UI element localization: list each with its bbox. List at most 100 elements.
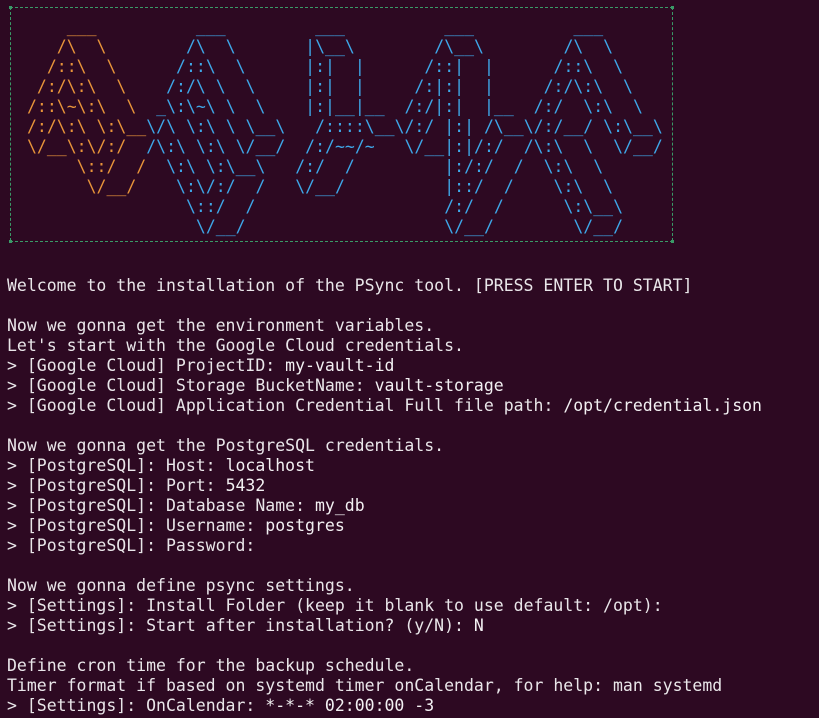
oncalendar-input-value[interactable]: *-*-* 02:00:00 -3: [265, 696, 434, 715]
cron-oncalendar-line[interactable]: > [Settings]: OnCalendar: *-*-* 02:00:00…: [7, 696, 819, 716]
pg-host-line: > [PostgreSQL]: Host: localhost: [7, 456, 819, 476]
banner-letter-segment: /::| |: [404, 57, 534, 76]
field-label: Install Folder (keep it blank to use def…: [136, 596, 673, 615]
banner-letter-segment: /:/\:\ \:\__: [27, 117, 147, 136]
field-value: N: [473, 616, 484, 635]
banner-letter-segment: \/__/: [404, 217, 534, 236]
banner-corner: [9, 6, 12, 9]
settings-intro: Now we gonna define psync settings.: [7, 576, 355, 595]
banner-letter-segment: \::/ /: [146, 197, 276, 216]
gcloud-project-id-line: > [Google Cloud] ProjectID: my-vault-id: [7, 356, 819, 376]
banner-letter-segment: /:/ |:| /\__\: [404, 117, 534, 136]
banner-letter-segment: [275, 217, 404, 236]
banner-letter-segment: |\__\: [275, 37, 405, 56]
gcloud-intro: Let's start with the Google Cloud creden…: [7, 336, 464, 355]
field-label: Username:: [156, 516, 266, 535]
prompt-symbol: >: [7, 456, 27, 475]
banner-letter-segment: /:|:| |: [404, 77, 534, 96]
section-tag: [PostgreSQL]:: [26, 516, 157, 535]
banner-letter-segment: \:\ \ \/__/: [533, 137, 663, 156]
prompt-symbol: >: [7, 496, 27, 515]
banner-letter-segment: /\ \: [533, 37, 614, 56]
banner-letter-segment: |:| |: [275, 77, 405, 96]
prompt-symbol: >: [7, 616, 27, 635]
prompt-symbol: >: [7, 396, 27, 415]
section-tag: [PostgreSQL]:: [26, 496, 157, 515]
banner-letter-segment: ___: [404, 17, 534, 36]
pg-intro: Now we gonna get the PostgreSQL credenti…: [7, 436, 445, 455]
banner-letter-segment: [27, 197, 146, 216]
field-value: /opt/credential.json: [563, 396, 762, 415]
prompt-symbol: >: [7, 596, 27, 615]
banner-letter-segment: /:/ /: [275, 157, 405, 176]
banner-corner: [671, 240, 674, 243]
prompt-symbol: >: [7, 696, 27, 715]
pg-database-line: > [PostgreSQL]: Database Name: my_db: [7, 496, 819, 516]
banner-corner: [9, 240, 12, 243]
pg-username-line: > [PostgreSQL]: Username: postgres: [7, 516, 819, 536]
banner-letter-segment: / /:/~~/~: [275, 137, 405, 156]
settings-install-folder-line: > [Settings]: Install Folder (keep it bl…: [7, 596, 819, 616]
section-tag: [Settings]:: [26, 696, 137, 715]
banner-frame-right: [672, 7, 673, 241]
banner-art-line: ___ ___ ___ ___ ___: [27, 17, 603, 37]
banner-art-line: \/__\:\/:/ /\:\ \:\ \/__/ /:/~~/~ \/__|:…: [27, 137, 663, 157]
banner-letter-segment: \:\ \:\__\: [146, 157, 276, 176]
banner-letter-segment: /:/|:| |__: [404, 97, 534, 116]
field-value: vault-storage: [374, 376, 504, 395]
welcome-message: Welcome to the installation of the PSync…: [7, 276, 693, 295]
section-tag: [PostgreSQL]:: [26, 456, 157, 475]
gcloud-bucket-line: > [Google Cloud] Storage BucketName: vau…: [7, 376, 819, 396]
banner-letter-segment: _\:\~\ \ \: [146, 97, 276, 116]
banner-art-line: /:/\:\ \ /:/\ \ \ |:| | /:|:| | /:/\:\ \: [27, 77, 633, 97]
banner-letter-segment: \/__/: [533, 217, 624, 236]
settings-start-after-install-line: > [Settings]: Start after installation? …: [7, 616, 819, 636]
banner-letter-segment: \:\/:/ /: [146, 177, 276, 196]
banner-letter-segment: /::\ \: [146, 57, 276, 76]
banner-letter-segment: /:/ \:\ \: [533, 97, 643, 116]
field-value: localhost: [225, 456, 315, 475]
banner-letter-segment: |:|__|__: [275, 97, 405, 116]
field-value: my-vault-id: [285, 356, 395, 375]
banner-letter-segment: \:\ \: [533, 177, 614, 196]
banner-letter-segment: [275, 197, 404, 216]
banner-letter-segment: \/__/: [27, 177, 147, 196]
banner-frame-bottom: [10, 241, 673, 242]
banner-letter-segment: \:\ \: [533, 157, 604, 176]
field-label: Port:: [156, 476, 226, 495]
banner-letter-segment: ___: [275, 17, 405, 36]
pg-port-line: > [PostgreSQL]: Port: 5432: [7, 476, 819, 496]
banner-letter-segment: /::\ \: [27, 57, 147, 76]
prompt-symbol: >: [7, 356, 27, 375]
console-output: Welcome to the installation of the PSync…: [7, 276, 819, 716]
field-label: Password:: [156, 536, 266, 555]
banner-art-line: \/__/ \:\/:/ / \/__/ |::/ / \:\ \: [27, 177, 614, 197]
pg-password-line: > [PostgreSQL]: Password:: [7, 536, 819, 556]
banner-letter-segment: \::/ /: [27, 157, 147, 176]
banner-art-line: /\ \ /\ \ |\__\ /\__\ /\ \: [27, 37, 613, 57]
banner-letter-segment: /::\~\:\ \: [27, 97, 147, 116]
cron-help: Timer format if based on systemd timer o…: [7, 676, 723, 695]
banner-letter-segment: /:/\ \ \: [146, 77, 276, 96]
banner-art-line: /::\ \ /::\ \ |:| | /::| | /::\ \: [27, 57, 623, 77]
section-tag: [PostgreSQL]:: [26, 476, 157, 495]
banner-letter-segment: [27, 217, 146, 236]
section-tag: [Google Cloud]: [26, 396, 166, 415]
field-label: Host:: [156, 456, 226, 475]
section-tag: [Google Cloud]: [26, 356, 166, 375]
field-label: Database Name:: [156, 496, 315, 515]
prompt-symbol: >: [7, 536, 27, 555]
banner-letter-segment: |:| |: [275, 57, 405, 76]
banner-letter-segment: /:/\:\ \: [27, 77, 147, 96]
banner-frame-left: [10, 7, 11, 241]
field-label: ProjectID:: [165, 356, 286, 375]
banner-art-line: \/__/ \/__/ \/__/: [27, 217, 623, 237]
banner-letter-segment: \:\__\: [533, 197, 624, 216]
terminal-window[interactable]: ___ ___ ___ ___ ___ /\ \ /\ \ |\__\ /\__…: [0, 0, 819, 718]
banner-letter-segment: \/__\:\/:/: [27, 137, 147, 156]
prompt-symbol: >: [7, 376, 27, 395]
section-tag: [Settings]:: [26, 596, 137, 615]
banner-letter-segment: ___: [533, 17, 604, 36]
banner-letter-segment: |::/ /: [404, 177, 534, 196]
